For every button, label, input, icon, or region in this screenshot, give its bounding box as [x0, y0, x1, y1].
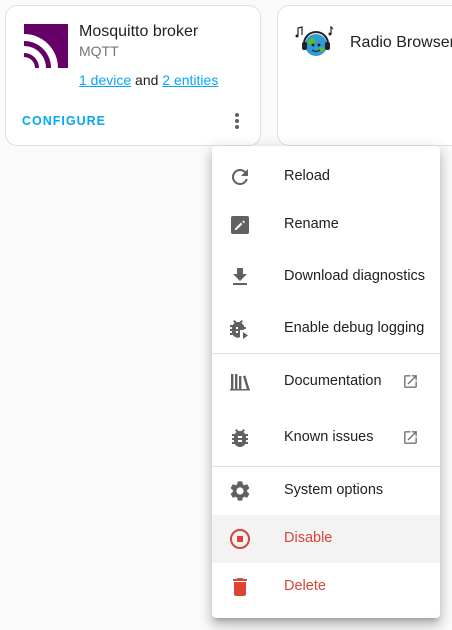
menu-item-reload[interactable]: Reload	[212, 153, 440, 201]
mqtt-logo-icon	[24, 24, 68, 68]
menu-item-label: Disable	[284, 530, 333, 546]
menu-item-system-options[interactable]: System options	[212, 467, 440, 515]
stop-circle-icon	[230, 529, 250, 549]
mqtt-integration-card: Mosquitto broker MQTT 1 device and 2 ent…	[5, 5, 261, 146]
bug-play-icon	[230, 320, 248, 339]
menu-item-rename[interactable]: Rename	[212, 201, 440, 249]
delete-icon	[233, 578, 247, 596]
card-title: Mosquitto broker	[79, 23, 199, 40]
radio-browser-logo-icon	[295, 25, 334, 56]
menu-item-documentation[interactable]: Documentation	[212, 358, 440, 406]
menu-item-label: Reload	[284, 168, 330, 184]
download-icon	[233, 268, 247, 285]
integration-overflow-menu: Reload Rename Download diagnostics Enabl…	[212, 146, 440, 618]
menu-item-label: System options	[284, 482, 384, 498]
card-links: 1 device and 2 entities	[79, 72, 218, 88]
menu-divider	[212, 353, 440, 354]
menu-item-known-issues[interactable]: Known issues	[212, 414, 440, 462]
bug-icon	[232, 429, 248, 447]
and-text: and	[135, 72, 159, 88]
menu-item-download-diagnostics[interactable]: Download diagnostics	[212, 253, 440, 301]
menu-item-delete[interactable]: Delete	[212, 563, 440, 611]
configure-button[interactable]: CONFIGURE	[22, 114, 106, 128]
rename-icon	[231, 216, 249, 234]
integrations-page: Mosquitto broker MQTT 1 device and 2 ent…	[0, 0, 452, 630]
radio-browser-integration-card: Radio Browser	[277, 5, 452, 146]
card-title: Radio Browser	[350, 34, 452, 51]
card-subtitle: MQTT	[79, 43, 119, 59]
gear-icon	[230, 481, 250, 501]
entities-link[interactable]: 2 entities	[162, 72, 218, 88]
menu-item-label: Documentation	[284, 373, 382, 389]
menu-item-label: Rename	[284, 216, 339, 232]
menu-item-enable-debug-logging[interactable]: Enable debug logging	[212, 305, 440, 353]
menu-item-label: Enable debug logging	[284, 320, 425, 336]
menu-item-label: Known issues	[284, 429, 374, 445]
dots-vertical-icon[interactable]	[228, 109, 246, 133]
devices-link[interactable]: 1 device	[79, 72, 131, 88]
book-icon	[230, 374, 250, 391]
open-in-new-icon	[404, 375, 417, 388]
menu-item-disable[interactable]: Disable	[212, 515, 440, 563]
menu-item-label: Download diagnostics	[284, 268, 426, 284]
menu-item-label: Delete	[284, 578, 326, 594]
reload-icon	[231, 168, 248, 185]
open-in-new-icon	[404, 431, 417, 444]
